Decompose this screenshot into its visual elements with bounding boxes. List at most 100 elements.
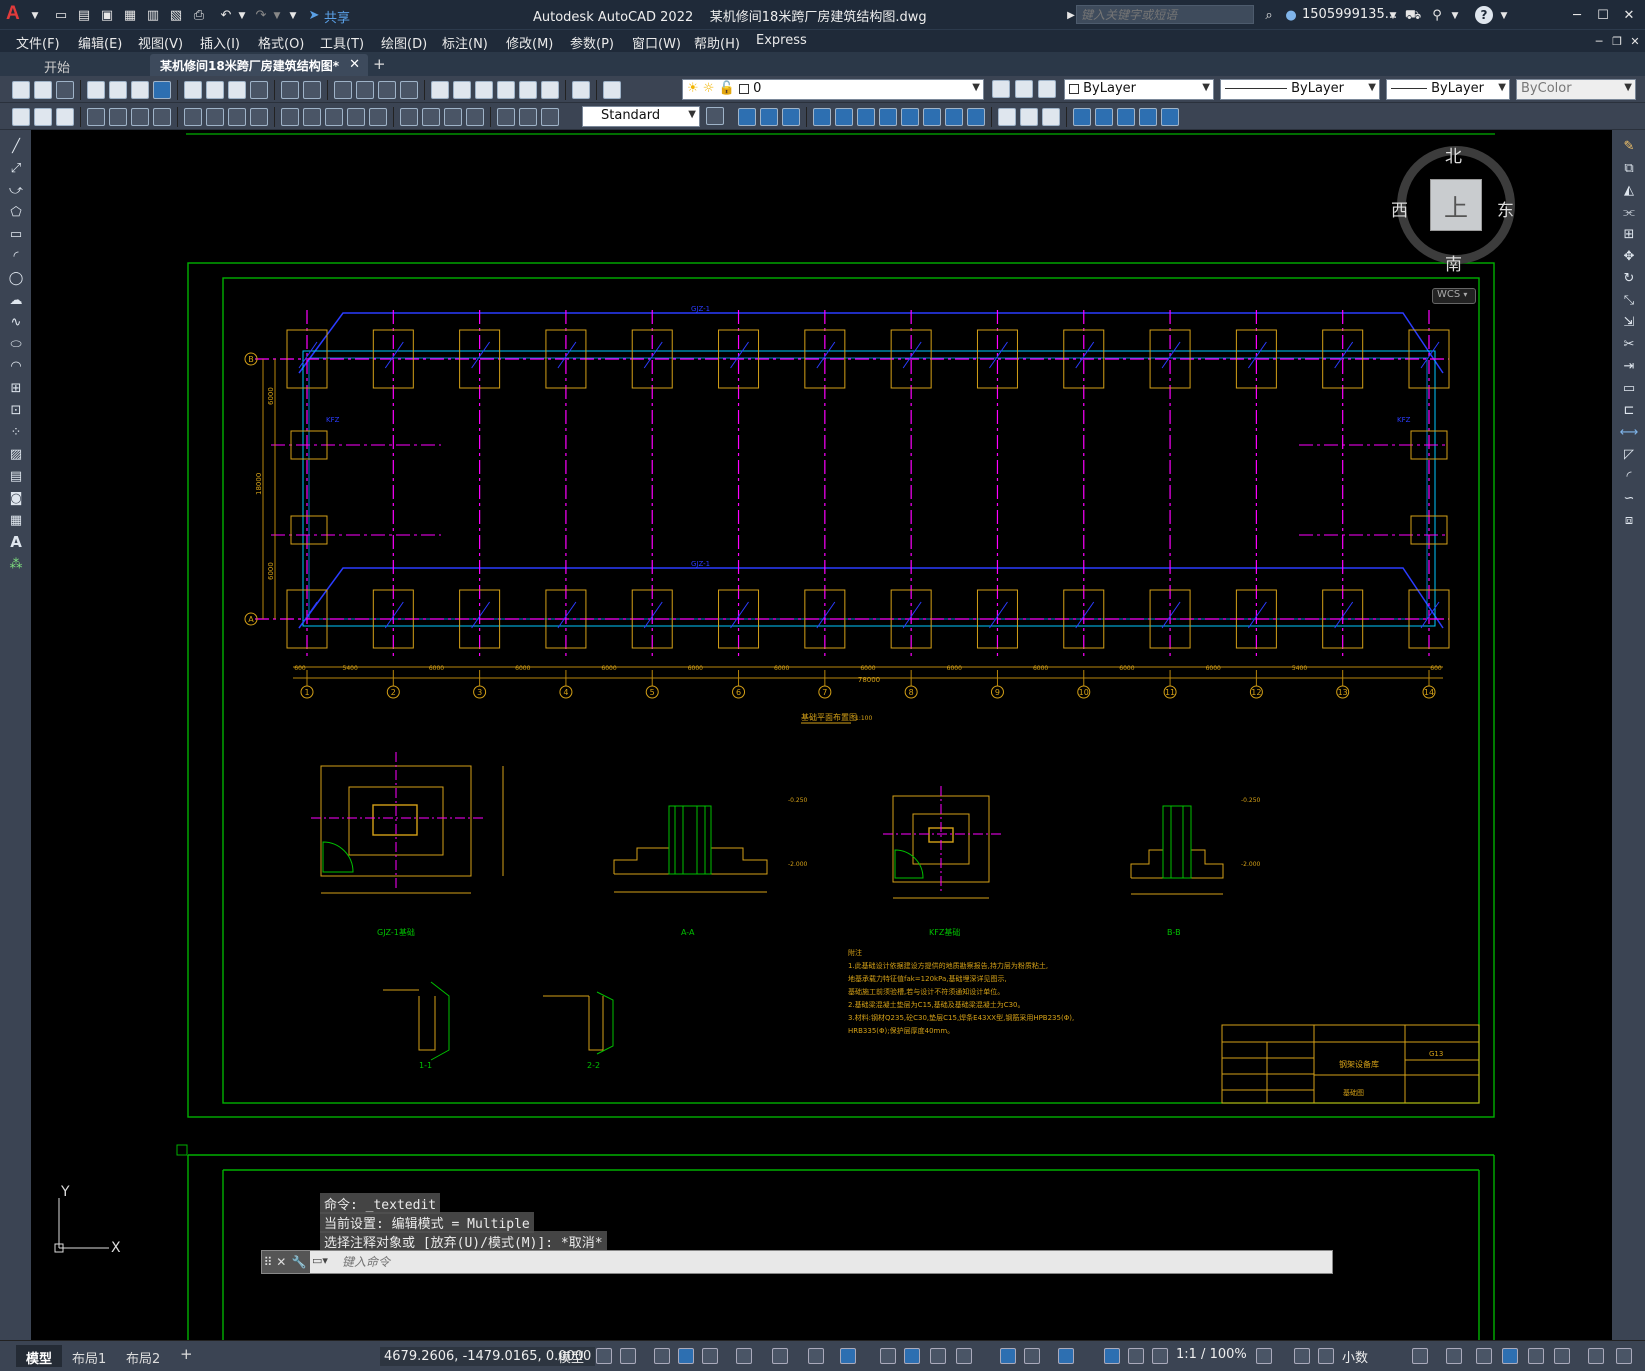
trim-tool-icon[interactable]: ✂ (1619, 334, 1639, 354)
break-icon[interactable] (998, 108, 1016, 126)
sheet-set-icon[interactable] (497, 81, 515, 99)
tab-start[interactable]: 开始 (20, 54, 148, 76)
polygon-icon[interactable]: ⬠ (6, 202, 26, 222)
undo-dropdown-icon[interactable]: ▼ (233, 7, 251, 25)
make-current-layer-icon[interactable] (992, 80, 1010, 98)
stretch-icon[interactable] (923, 108, 941, 126)
offset-icon[interactable] (813, 108, 831, 126)
layer-previous-icon[interactable] (1015, 80, 1033, 98)
copy-icon[interactable] (206, 81, 224, 99)
markup-icon[interactable] (519, 81, 537, 99)
edit-icon[interactable] (12, 108, 30, 126)
chamfer-icon[interactable] (1042, 108, 1060, 126)
spline-icon[interactable]: ∿ (6, 312, 26, 332)
compass-south[interactable]: 南 (1445, 250, 1462, 275)
dynamic-ucs-icon[interactable] (1000, 1348, 1016, 1364)
rotate-icon[interactable] (879, 108, 897, 126)
menu-item[interactable]: 帮助(H) (694, 33, 740, 52)
menu-item[interactable]: 工具(T) (320, 33, 364, 52)
menu-item[interactable]: 修改(M) (506, 33, 553, 52)
dynamic-input-icon[interactable] (678, 1348, 694, 1364)
user-dropdown-icon[interactable]: ▼ (1384, 7, 1402, 25)
circle-icon[interactable]: ◯ (6, 268, 26, 288)
break-tool-icon[interactable]: ⊏ (1619, 400, 1639, 420)
menu-item[interactable]: Express (756, 33, 807, 48)
osnap-icon[interactable] (840, 1348, 856, 1364)
selection-filter-icon[interactable] (1024, 1348, 1040, 1364)
tab-close-icon[interactable]: ✕ (349, 57, 360, 72)
undo-tool-icon[interactable] (281, 81, 299, 99)
dim-text-edit-icon[interactable] (519, 108, 537, 126)
command-input[interactable] (342, 1253, 1322, 1271)
selection-cycling-icon[interactable] (930, 1348, 946, 1364)
export-icon[interactable]: ▧ (167, 6, 185, 24)
angular-icon[interactable] (250, 108, 268, 126)
layout-tab-model[interactable]: 模型 (16, 1345, 63, 1367)
grid-icon[interactable] (596, 1348, 612, 1364)
quick-properties-icon[interactable] (1412, 1348, 1428, 1364)
3d-osnap-icon[interactable] (956, 1348, 972, 1364)
layer-properties-icon[interactable] (603, 81, 621, 99)
explode-icon[interactable] (1095, 108, 1113, 126)
account-dropdown-icon[interactable]: ▼ (1446, 7, 1464, 25)
extend-tool-icon[interactable]: ⇥ (1619, 356, 1639, 376)
lock-ui-icon[interactable] (1446, 1348, 1462, 1364)
annotation-monitor-icon[interactable] (1294, 1348, 1310, 1364)
table-icon[interactable]: ▦ (6, 510, 26, 530)
menu-item[interactable]: 编辑(E) (78, 33, 122, 52)
dimstyle-dropdown[interactable]: Standard ▼ (582, 106, 700, 127)
quickcalc-icon[interactable] (541, 81, 559, 99)
extend-icon[interactable] (967, 108, 985, 126)
units-icon[interactable] (1318, 1348, 1334, 1364)
erase-tool-icon[interactable]: ✎ (1619, 136, 1639, 156)
copy-tool-icon[interactable]: ⧉ (1619, 158, 1639, 178)
app-logo[interactable]: A (6, 3, 28, 25)
menu-item[interactable]: 绘图(D) (381, 33, 427, 52)
workspace-gear-icon[interactable] (1256, 1348, 1272, 1364)
copy-obj-icon[interactable] (760, 108, 778, 126)
menu-item[interactable]: 文件(F) (16, 33, 60, 52)
menu-item[interactable]: 参数(P) (570, 33, 614, 52)
tab-drawing-active[interactable]: 某机修间18米跨厂房建筑结构图* ✕ (150, 54, 368, 76)
new-tab-button[interactable]: + (373, 55, 386, 73)
gradient-icon[interactable]: ▤ (6, 466, 26, 486)
lineweight-icon[interactable] (880, 1348, 896, 1364)
tool-palettes-icon[interactable] (475, 81, 493, 99)
menu-item[interactable]: 窗口(W) (632, 33, 681, 52)
stretch-tool-icon[interactable]: ⇲ (1619, 312, 1639, 332)
annotation-scale-value[interactable]: 1:1 / 100% (1176, 1347, 1247, 1362)
break-at-point-icon[interactable]: ▭ (1619, 378, 1639, 398)
blend-icon[interactable] (1117, 108, 1135, 126)
redo-tool-icon[interactable] (303, 81, 321, 99)
zoom-realtime-icon[interactable] (356, 81, 374, 99)
pan-icon[interactable] (334, 81, 352, 99)
scale-tool-icon[interactable]: ⤡ (1619, 290, 1639, 310)
construction-line-icon[interactable]: ⤢ (6, 158, 26, 178)
revision-cloud-icon[interactable]: ☁ (6, 290, 26, 310)
arc-length-icon[interactable] (131, 108, 149, 126)
command-close-icon[interactable]: ⠿ ✕ (262, 1251, 288, 1273)
aligned-dim-icon[interactable] (109, 108, 127, 126)
explode-tool-icon[interactable]: ⧈ (1619, 510, 1639, 530)
snap-icon[interactable] (620, 1348, 636, 1364)
dim-edit-icon[interactable] (497, 108, 515, 126)
open-icon[interactable] (34, 81, 52, 99)
command-recent-icon[interactable]: ▭▾ (312, 1254, 338, 1270)
fullscreen-icon[interactable] (1588, 1348, 1604, 1364)
3d-dwf-icon[interactable] (153, 81, 171, 99)
design-center-icon[interactable] (453, 81, 471, 99)
blend-curves-icon[interactable]: ∽ (1619, 488, 1639, 508)
menu-item[interactable]: 插入(I) (200, 33, 240, 52)
mirror-icon[interactable] (782, 108, 800, 126)
cart-icon[interactable]: ⛟ (1404, 6, 1422, 24)
lineweight-dropdown[interactable]: ByLayer ▼ (1386, 79, 1510, 100)
share-icon[interactable]: ➤ (305, 6, 323, 24)
rectangle-icon[interactable]: ▭ (6, 224, 26, 244)
command-customize-icon[interactable]: 🔧 (288, 1251, 310, 1273)
add-layout-button[interactable]: + (180, 1345, 193, 1363)
jogged-linear-icon[interactable] (466, 108, 484, 126)
point-icon[interactable]: ⁘ (6, 422, 26, 442)
paste-icon[interactable] (228, 81, 246, 99)
radius-icon[interactable] (184, 108, 202, 126)
otrack-icon[interactable] (808, 1348, 824, 1364)
